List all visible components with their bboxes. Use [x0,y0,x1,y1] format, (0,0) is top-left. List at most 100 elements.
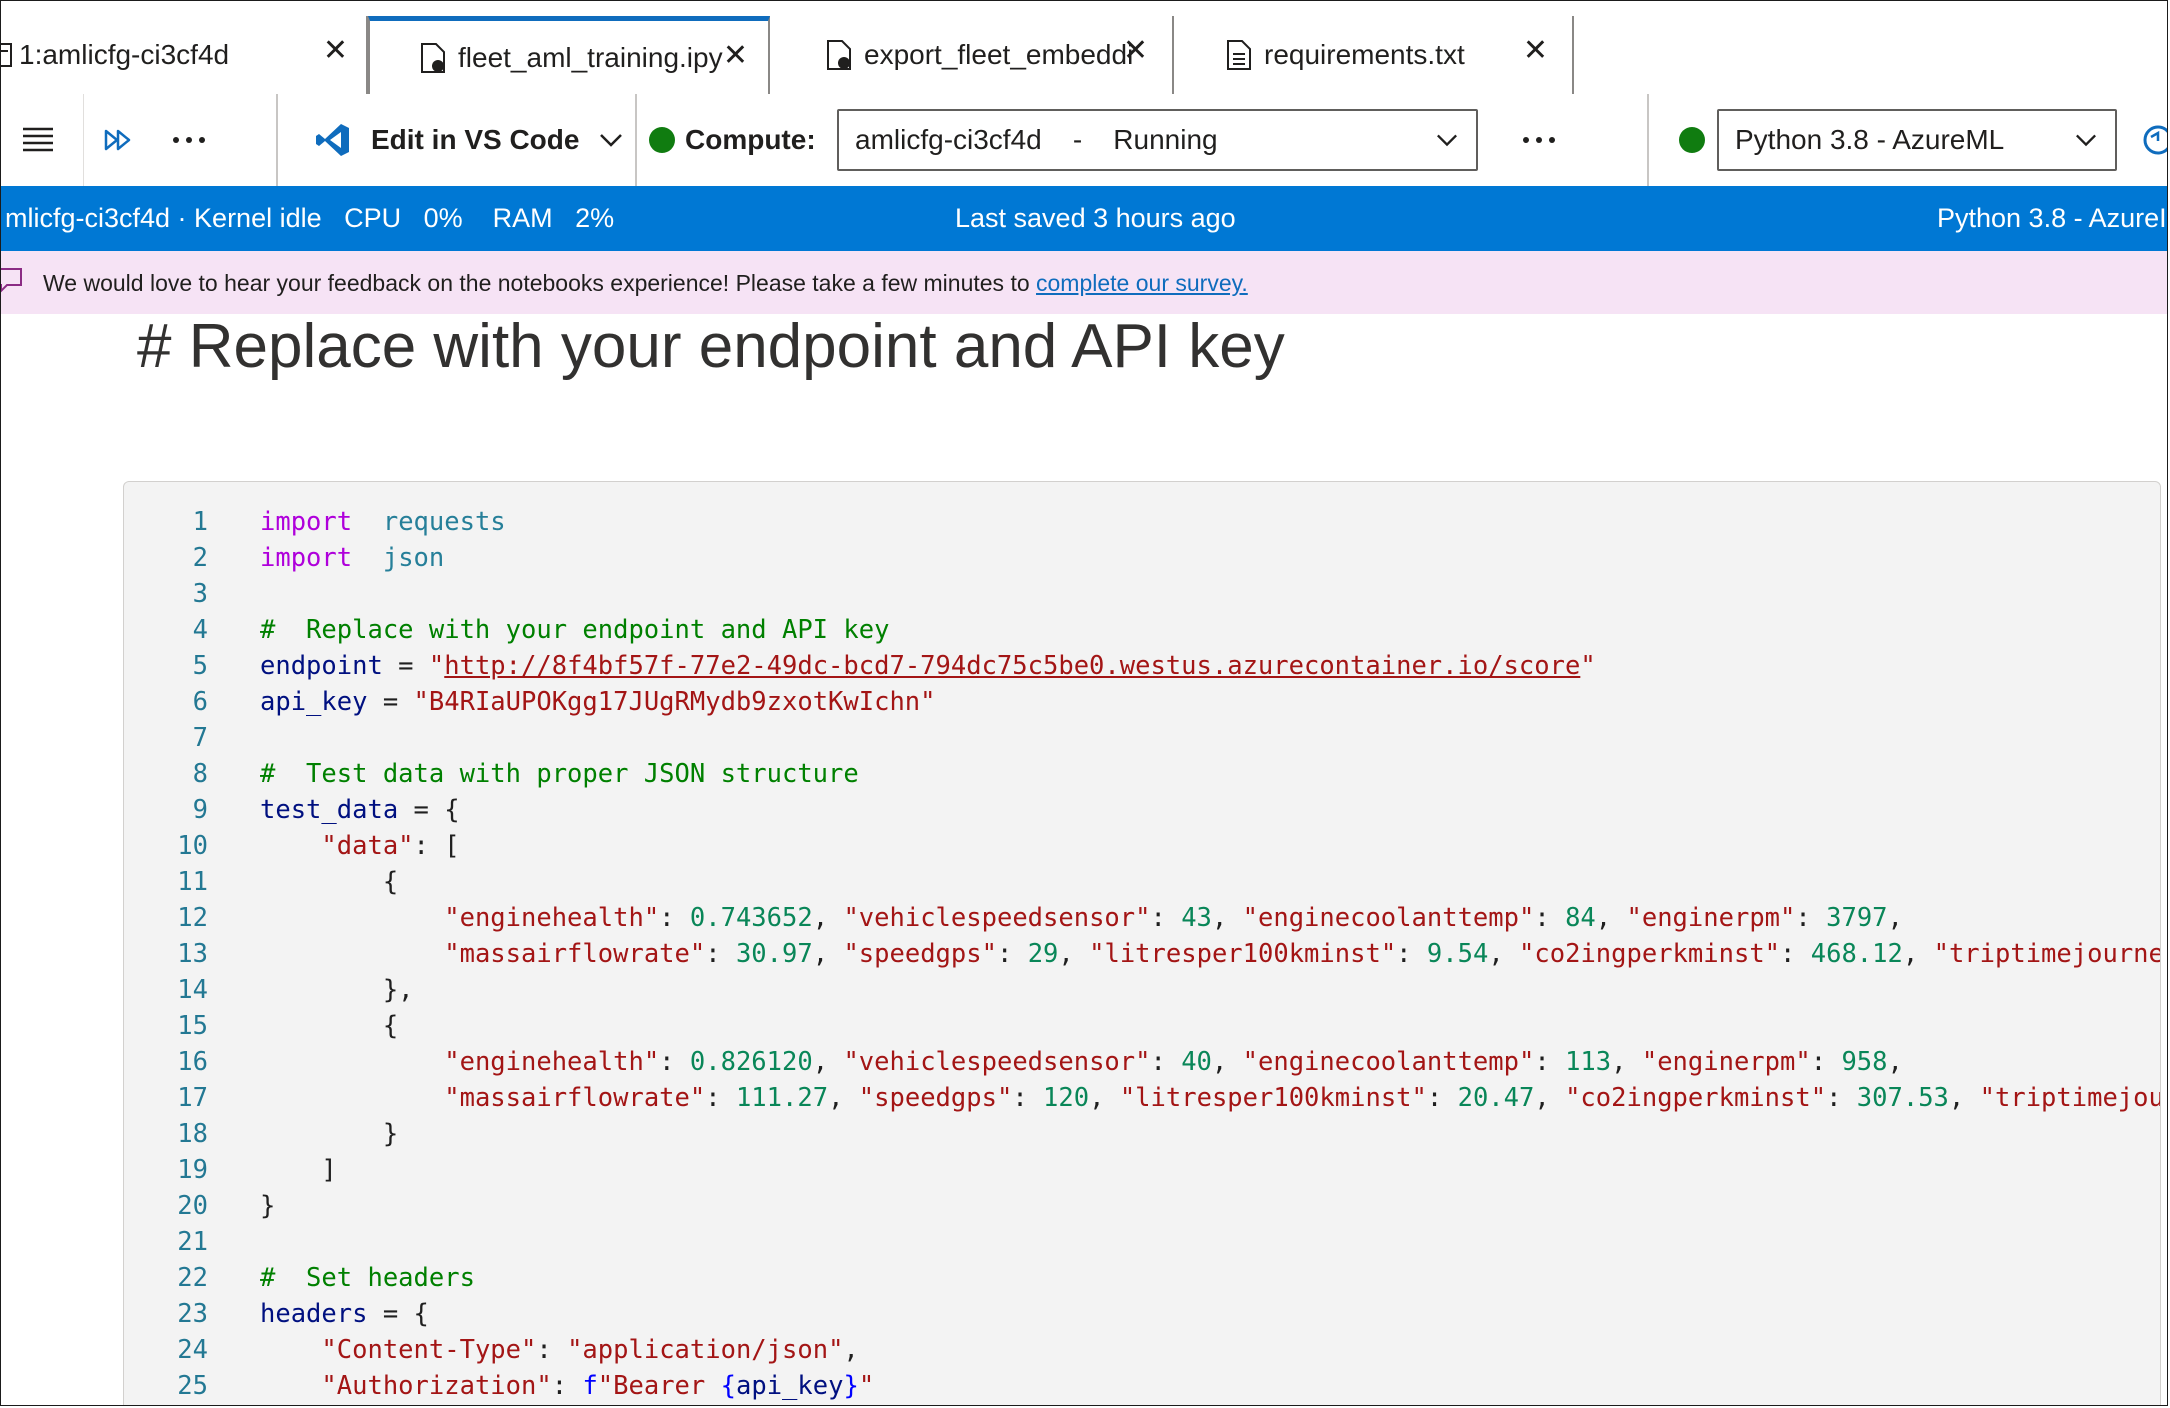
code-token: "B4RIaUPOKgg17JUgRMydb9zxotKwIchn" [413,687,936,717]
close-icon[interactable]: ✕ [1123,36,1148,66]
code-token: , [812,939,844,969]
code-token: , [812,1047,844,1077]
line-number: 6 [192,687,208,717]
code-token: "data" [321,831,414,861]
edit-in-vscode-button[interactable]: Edit in VS Code [276,94,637,186]
code-token: 958 [1841,1047,1888,1077]
line-number: 25 [177,1371,208,1401]
compute-select-value: amlicfg-ci3cf4d - Running [855,124,1218,155]
code-token: 9.54 [1426,939,1489,969]
code-token: 30.97 [735,939,813,969]
feedback-icon [1,268,22,293]
notebook-window: 1:amlicfg-ci3cf4d ✕ fleet_aml_training.i… [0,0,2168,1406]
code-token: 0.743652 [689,903,813,933]
code-token: "enginehealth" [444,1047,660,1077]
tab-export-fleet-embeddings[interactable]: export_fleet_embeddi ✕ [770,16,1174,94]
code-token: } [260,1191,276,1221]
code-token: = { [398,795,460,825]
code-token: "Authorization" [321,1371,552,1401]
code-token: , [812,903,844,933]
code-token: : [659,903,690,933]
code-token: = [367,687,414,717]
hamburger-icon[interactable] [23,127,53,153]
tab-terminal[interactable]: 1:amlicfg-ci3cf4d ✕ [1,16,368,94]
survey-link[interactable]: complete our survey. [1036,270,1248,296]
tab-fleet-aml-training[interactable]: fleet_aml_training.ipy ✕ [368,16,770,94]
code-token: : [1534,1047,1566,1077]
kernel-select-value: Python 3.8 - AzureML [1735,124,2005,155]
tab-strip: 1:amlicfg-ci3cf4d ✕ fleet_aml_training.i… [1,1,2167,95]
code-token: : [659,1047,690,1077]
code-token: json [382,543,445,573]
line-number: 19 [177,1155,208,1185]
line-number: 10 [177,831,208,861]
code-text: # Set headers [260,1260,475,1296]
code-token: : [705,939,736,969]
code-token: 111.27 [735,1083,829,1113]
line-number: 22 [177,1263,208,1293]
code-token: 3797 [1826,903,1888,933]
code-token: { [260,867,399,897]
line-number: 16 [177,1047,208,1077]
code-token: "Content-Type" [321,1335,537,1365]
code-token: "triptimejou [1979,1083,2161,1113]
code-token: { [720,1371,736,1401]
line-number: 15 [177,1011,208,1041]
code-token: : [1534,903,1566,933]
code-token: , [1488,939,1520,969]
code-token: http://8f4bf57f-77e2-49dc-bcd7-794dc75c5… [444,651,1581,681]
code-token: : [1150,903,1182,933]
code-token: { [260,1011,399,1041]
more-icon[interactable] [1522,136,1556,144]
code-text: "data": [ [260,828,459,864]
code-token: # Replace with your endpoint and API key [260,615,890,645]
more-icon[interactable] [172,136,206,144]
code-token: "enginecoolanttemp" [1242,1047,1535,1077]
close-icon[interactable]: ✕ [1523,36,1548,66]
code-text: # Replace with your endpoint and API key [260,612,889,648]
code-token: " [858,1371,875,1401]
code-cell[interactable]: 1 import requests 2 import json 3 4 # Replace … [123,481,2161,1405]
chevron-down-icon [600,134,623,147]
status-kernel[interactable]: Python 3.8 - AzureI [1937,203,2167,234]
code-token: : [1396,939,1427,969]
kernel-select[interactable]: Python 3.8 - AzureML [1717,109,2117,171]
code-text: import json [260,540,444,576]
compute-select[interactable]: amlicfg-ci3cf4d - Running [837,109,1478,171]
close-icon[interactable]: ✕ [323,36,348,66]
notebook-icon [1,43,12,67]
code-text: import requests [260,504,506,540]
code-token: , [1089,1083,1120,1113]
status-bar: mlicfg-ci3cf4d · Kernel idle CPU 0% RAM … [1,186,2167,251]
code-token: , [1948,1083,1980,1113]
tab-requirements[interactable]: requirements.txt ✕ [1174,16,1574,94]
code-token: "co2ingperkminst" [1565,1083,1827,1113]
code-token: : [705,1083,736,1113]
code-token: 468.12 [1810,939,1903,969]
code-text: }, [260,972,414,1008]
line-number: 3 [192,579,208,609]
tab-label: export_fleet_embeddi [864,39,1134,70]
code-token: api_key [260,687,368,717]
code-token: 120 [1043,1083,1090,1113]
code-token: : [1012,1083,1044,1113]
compute-indicator: Compute: [649,94,816,186]
compute-status-dot [649,127,675,153]
code-text: ] [260,1152,336,1188]
code-token: : [1426,1083,1458,1113]
close-icon[interactable]: ✕ [723,41,748,71]
file-icon [827,40,851,70]
feedback-message: We would love to hear your feedback on t… [43,270,1037,296]
code-token: "speedgps" [843,939,997,969]
code-text: api_key = "B4RIaUPOKgg17JUgRMydb9zxotKwI… [260,684,936,720]
code-token: , [1211,1047,1243,1077]
code-token: "litresper100kminst" [1119,1083,1427,1113]
run-all-icon[interactable] [104,128,134,152]
refresh-icon[interactable] [2141,123,2168,157]
